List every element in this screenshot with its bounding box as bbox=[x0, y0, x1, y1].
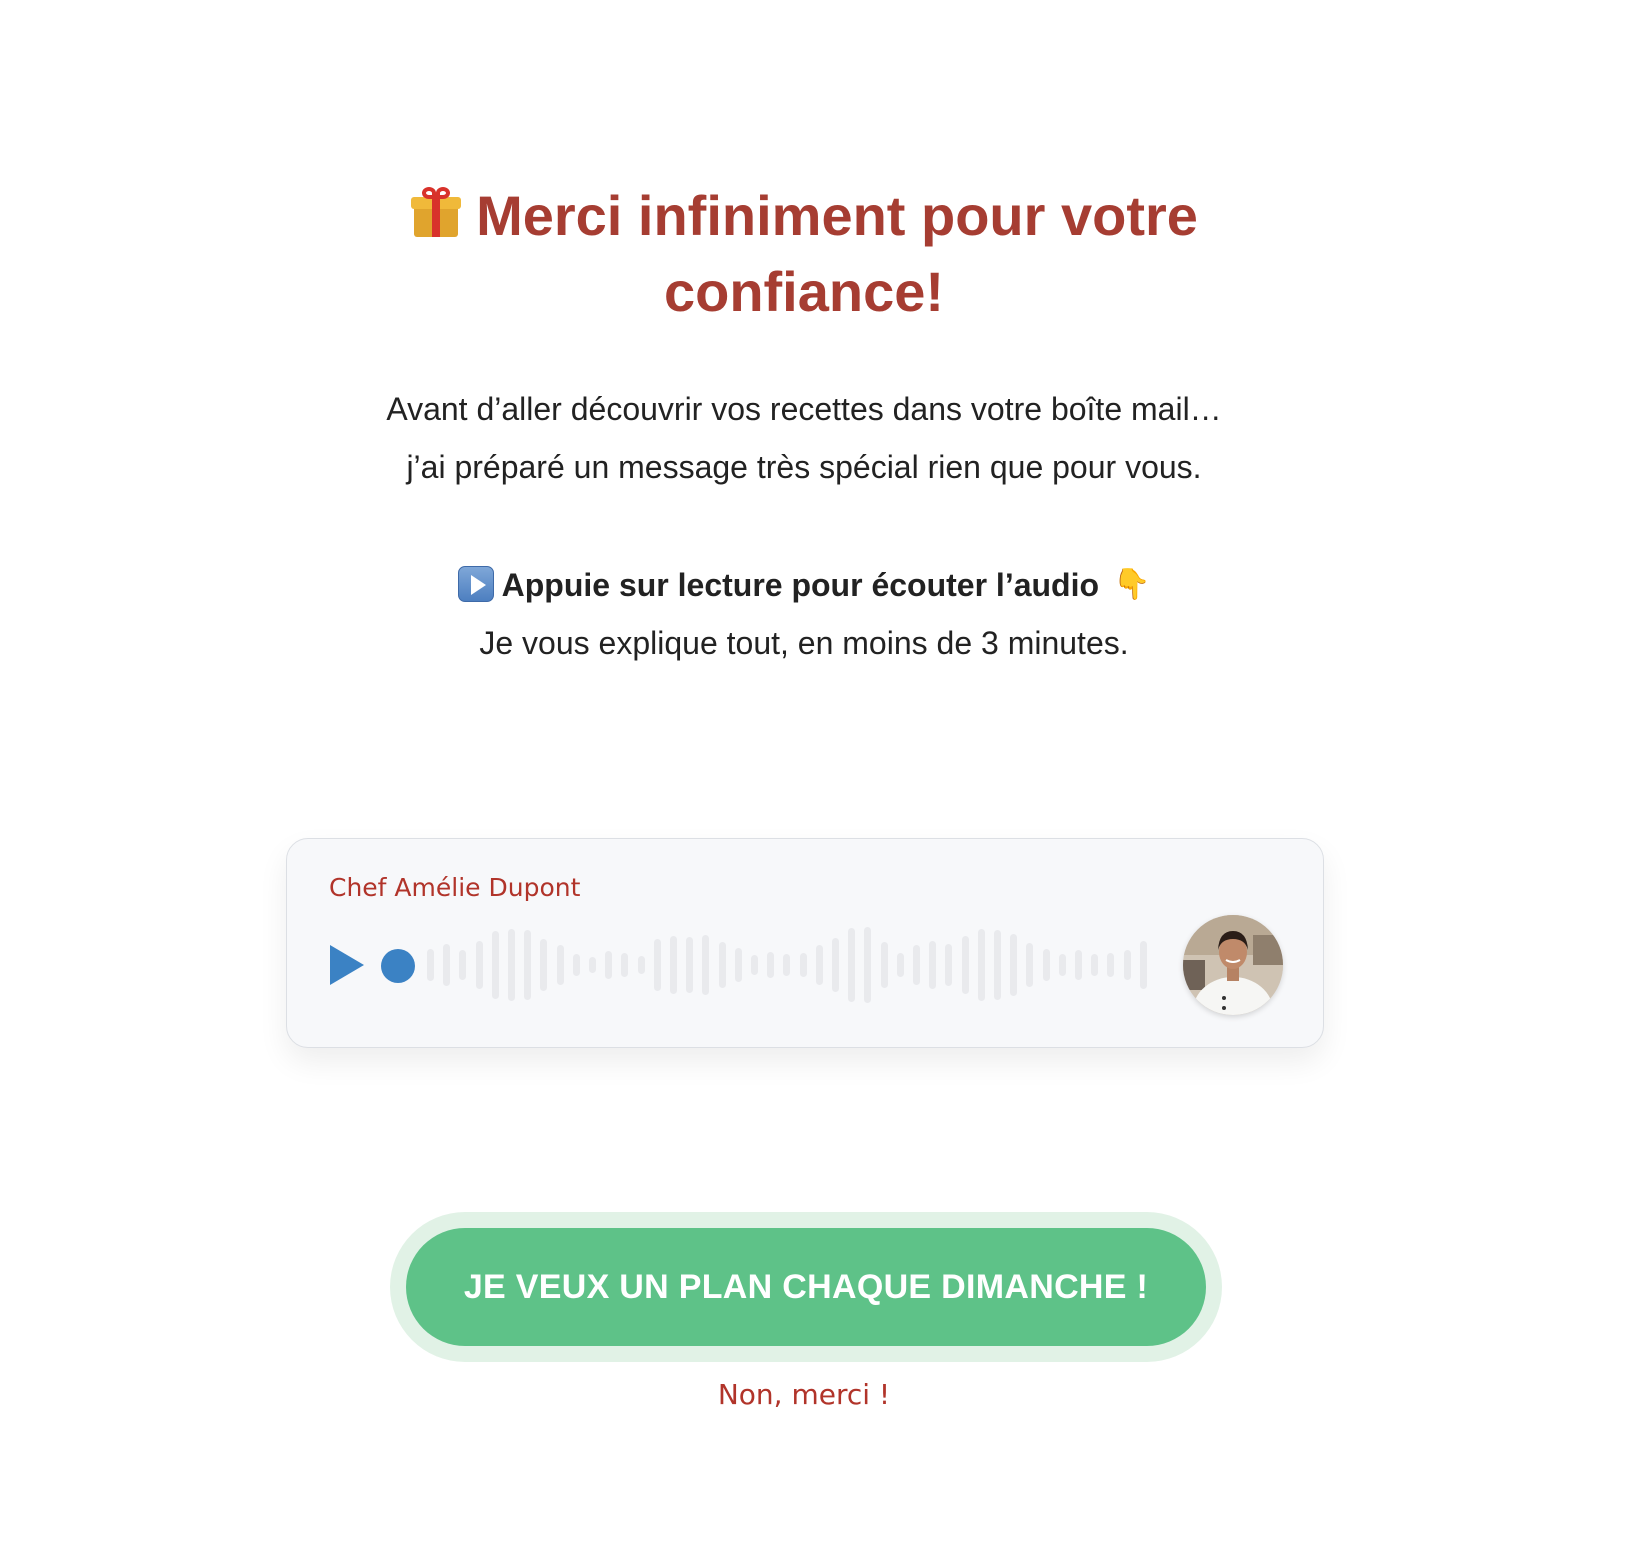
waveform-bar bbox=[605, 951, 613, 979]
waveform-bar bbox=[1058, 954, 1066, 976]
speaker-name: Chef Amélie Dupont bbox=[329, 873, 581, 902]
title-line-2: confiance! bbox=[663, 260, 945, 323]
waveform-bar bbox=[1075, 950, 1082, 980]
listen-instruction: Appuie sur lecture pour écouter l’audio 👇… bbox=[300, 556, 1308, 672]
audio-player: Chef Amélie Dupont bbox=[286, 838, 1324, 1048]
progress-handle[interactable] bbox=[381, 949, 415, 983]
listen-instruction-subtext: Je vous explique tout, en moins de 3 min… bbox=[479, 625, 1129, 661]
waveform-bar bbox=[799, 953, 807, 977]
waveform-bar bbox=[508, 929, 515, 1001]
waveform-bar bbox=[686, 937, 694, 993]
subscribe-plan-button[interactable]: JE VEUX UN PLAN CHAQUE DIMANCHE ! bbox=[406, 1228, 1206, 1346]
waveform-bar bbox=[929, 941, 937, 989]
waveform-bar bbox=[443, 944, 451, 986]
intro-line-1: Avant d’aller découvrir vos recettes dan… bbox=[386, 391, 1222, 427]
waveform-bar bbox=[1042, 949, 1050, 981]
waveform-bar bbox=[1091, 954, 1099, 976]
waveform-bar bbox=[1026, 943, 1034, 987]
waveform-bar bbox=[913, 945, 920, 985]
decline-link[interactable]: Non, merci ! bbox=[600, 1378, 1008, 1411]
waveform-bar bbox=[977, 929, 985, 1001]
title-line-1: Merci infiniment pour votre bbox=[476, 184, 1198, 247]
waveform-bar bbox=[427, 949, 434, 981]
waveform-bar bbox=[832, 938, 839, 992]
waveform-bar bbox=[621, 953, 629, 977]
pointing-down-hand-icon: 👇 bbox=[1113, 567, 1151, 602]
waveform-bar bbox=[864, 927, 872, 1003]
waveform-bar bbox=[734, 948, 742, 982]
waveform-bar bbox=[880, 942, 888, 988]
gift-icon bbox=[410, 187, 462, 239]
thank-you-page: Merci infiniment pour votre confiance! A… bbox=[0, 0, 1648, 1564]
intro-text: Avant d’aller découvrir vos recettes dan… bbox=[300, 380, 1308, 496]
waveform-bar bbox=[896, 953, 904, 977]
audio-waveform[interactable] bbox=[427, 925, 1447, 1005]
waveform-bar bbox=[815, 945, 823, 985]
waveform-bar bbox=[1139, 941, 1147, 989]
waveform-bar bbox=[572, 954, 580, 976]
waveform-bar bbox=[637, 956, 645, 974]
waveform-bar bbox=[524, 930, 532, 1000]
chef-avatar bbox=[1183, 915, 1283, 1015]
play-icon[interactable] bbox=[330, 945, 364, 985]
waveform-bar bbox=[475, 941, 483, 989]
listen-instruction-bold: Appuie sur lecture pour écouter l’audio 👇 bbox=[300, 556, 1308, 614]
waveform-bar bbox=[556, 945, 564, 985]
waveform-bar bbox=[589, 957, 596, 973]
waveform-bar bbox=[945, 944, 953, 986]
play-button-emoji-icon bbox=[457, 566, 494, 602]
waveform-bar bbox=[718, 942, 726, 988]
cta-button-halo: JE VEUX UN PLAN CHAQUE DIMANCHE ! bbox=[390, 1212, 1222, 1362]
waveform-bar bbox=[1123, 950, 1131, 980]
waveform-bar bbox=[491, 931, 499, 999]
intro-line-2: j’ai préparé un message très spécial rie… bbox=[406, 449, 1202, 485]
waveform-bar bbox=[702, 935, 710, 995]
waveform-bar bbox=[994, 930, 1001, 1000]
waveform-bar bbox=[459, 950, 467, 980]
waveform-bar bbox=[767, 952, 775, 978]
waveform-bar bbox=[1010, 934, 1018, 996]
page-title: Merci infiniment pour votre confiance! bbox=[340, 178, 1268, 330]
waveform-bar bbox=[961, 936, 969, 994]
waveform-bar bbox=[653, 939, 661, 991]
waveform-bar bbox=[670, 936, 677, 994]
waveform-bar bbox=[1107, 953, 1115, 977]
listen-instruction-text: Appuie sur lecture pour écouter l’audio bbox=[501, 567, 1100, 603]
waveform-bar bbox=[751, 955, 758, 975]
waveform-bar bbox=[783, 954, 791, 976]
waveform-bar bbox=[848, 928, 856, 1002]
waveform-bar bbox=[540, 939, 548, 991]
